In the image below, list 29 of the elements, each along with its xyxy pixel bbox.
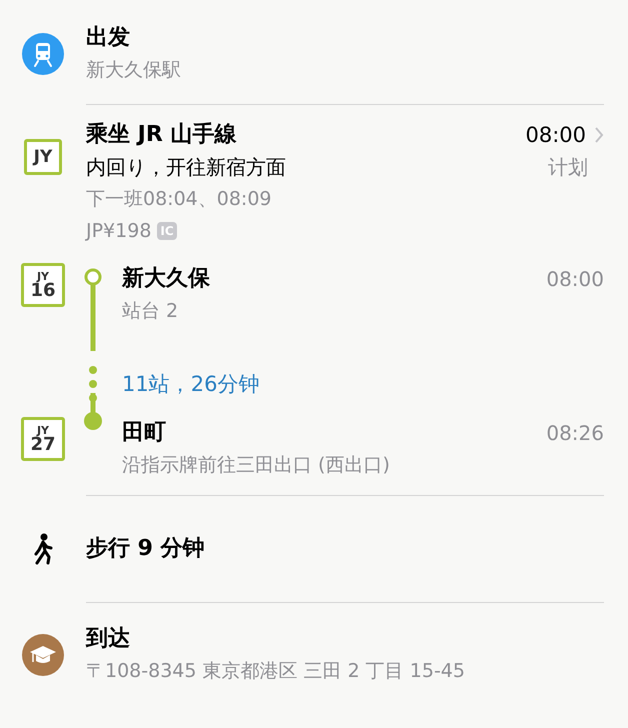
- ride-title: 乘坐 JR 山手線: [86, 121, 238, 149]
- station-detail: 站台 2: [122, 299, 180, 324]
- stop-number: 16: [30, 282, 56, 300]
- line-code: JY: [36, 270, 50, 282]
- departure-title: 出发: [86, 24, 131, 52]
- line-badge: JY: [24, 139, 62, 175]
- fare: JP¥198: [86, 219, 152, 244]
- chevron-icon[interactable]: [594, 126, 604, 144]
- departure-station: 新大久保駅: [86, 58, 182, 83]
- arrival-title: 到达: [86, 625, 131, 653]
- graduation-cap-icon: [22, 634, 64, 676]
- stop-time: 08:26: [546, 420, 604, 447]
- station-name: 田町: [122, 419, 167, 447]
- arrival-address: 〒108-8345 東京都港区 三田 2 丁目 15-45: [86, 659, 466, 684]
- station-name: 新大久保: [122, 265, 211, 293]
- stop-number: 27: [30, 436, 56, 454]
- route-dots: [88, 365, 98, 403]
- walk-duration: 步行 9 分钟: [86, 535, 206, 563]
- station-detail: 沿指示牌前往三田出口 (西出口): [122, 453, 391, 478]
- walking-person-icon: [32, 533, 54, 565]
- stop-time: 08:00: [546, 266, 604, 293]
- departure-time[interactable]: 08:00: [525, 119, 586, 151]
- ride-direction: 内回り，开往新宿方面: [86, 154, 287, 181]
- next-departures: 下一班08:04、08:09: [86, 187, 273, 212]
- line-code: JY: [36, 424, 50, 436]
- ride-summary[interactable]: 11站，26分钟: [122, 368, 604, 400]
- route-end-marker: [83, 393, 103, 431]
- train-icon: [22, 33, 64, 75]
- schedule-label: 计划: [548, 154, 588, 181]
